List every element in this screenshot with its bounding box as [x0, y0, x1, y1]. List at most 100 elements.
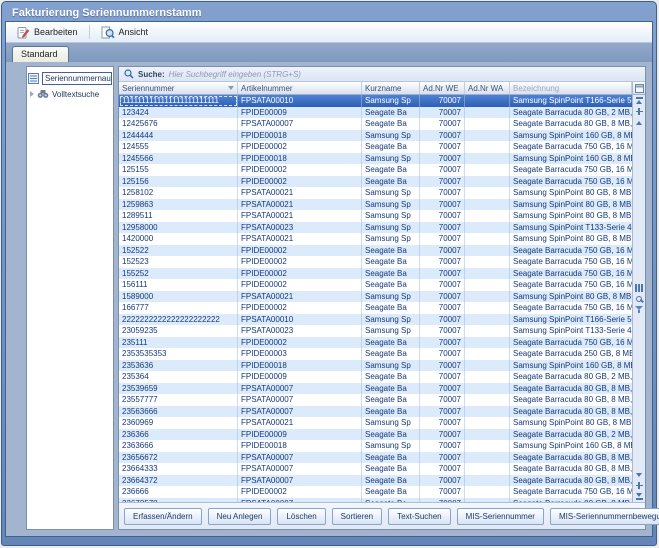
- cell-adnr_wa: [465, 325, 510, 337]
- table-row[interactable]: 2353636FPIDE00018Samsung Sp70007Samsung …: [119, 360, 632, 372]
- grid-filter-button[interactable]: [633, 304, 645, 315]
- tree-item-seriennummernauswahl[interactable]: Seriennummernauswahl: [28, 71, 112, 85]
- scroll-to-top-button[interactable]: [633, 95, 645, 106]
- cell-artikelnummer: FPSATA00021: [238, 291, 362, 303]
- cell-adnr_wa: [465, 279, 510, 291]
- cell-adnr_wa: [465, 95, 510, 107]
- grid-columns-button[interactable]: [633, 282, 645, 293]
- action-button-bar: Erfassen/Ändern Neu Anlegen Löschen Sort…: [119, 502, 645, 529]
- bearbeiten-label: Bearbeiten: [34, 27, 78, 37]
- table-row[interactable]: 23059235FPSATA00023Samsung Sp70007Samsun…: [119, 325, 632, 337]
- cell-kurzname: Seagate Ba: [362, 118, 420, 130]
- scroll-page-down-button[interactable]: [633, 480, 645, 491]
- table-row[interactable]: 235364FPIDE00009Seagate Ba70007Seagate B…: [119, 371, 632, 383]
- column-header-bezeichnung[interactable]: Bezeichnung: [510, 82, 632, 94]
- table-row[interactable]: 23664333FPSATA00007Seagate Ba70007Seagat…: [119, 463, 632, 475]
- scroll-page-up-button[interactable]: [633, 106, 645, 117]
- scroll-up-button[interactable]: [633, 117, 645, 128]
- grid-search-button[interactable]: [633, 293, 645, 304]
- cell-adnr_we: 70007: [420, 130, 465, 142]
- table-row[interactable]: 1111111111111111111111111FPSATA00010Sams…: [119, 95, 632, 107]
- cell-kurzname: Seagate Ba: [362, 429, 420, 441]
- text-suchen-button[interactable]: Text-Suchen: [388, 508, 450, 525]
- cell-kurzname: Seagate Ba: [362, 371, 420, 383]
- column-header-artikelnummer[interactable]: Artikelnummer: [238, 82, 362, 94]
- column-header-label: Ad.Nr WE: [423, 84, 459, 93]
- ansicht-menu-button[interactable]: Ansicht: [94, 23, 156, 42]
- expander-icon[interactable]: [30, 91, 34, 97]
- column-chooser-button[interactable]: [633, 82, 645, 95]
- table-row[interactable]: 1245566FPIDE00018Samsung Sp70007Samsung …: [119, 153, 632, 165]
- column-header-label: Seriennummer: [122, 84, 174, 93]
- table-row[interactable]: 236666FPIDE00002Seagate Ba70007Seagate B…: [119, 486, 632, 498]
- table-row[interactable]: 156111FPIDE00002Seagate Ba70007Seagate B…: [119, 279, 632, 291]
- cell-kurzname: Samsung Sp: [362, 153, 420, 165]
- cell-seriennummer: 23656672: [119, 452, 238, 464]
- table-row[interactable]: 152523FPIDE00002Seagate Ba70007Seagate B…: [119, 256, 632, 268]
- table-row[interactable]: 23563666FPSATA00007Seagate Ba70007Seagat…: [119, 406, 632, 418]
- table-row[interactable]: 23539659FPSATA00007Seagate Ba70007Seagat…: [119, 383, 632, 395]
- table-row[interactable]: 124555FPIDE00002Seagate Ba70007Seagate B…: [119, 141, 632, 153]
- column-header-ad-nr-wa[interactable]: Ad.Nr WA: [465, 82, 510, 94]
- cell-seriennummer: 1589000: [119, 291, 238, 303]
- table-row[interactable]: 2222222222222222222222FPSATA00010Samsung…: [119, 314, 632, 326]
- table-row[interactable]: 12425676FPSATA00007Seagate Ba70007Seagat…: [119, 118, 632, 130]
- table-row[interactable]: 2353535353FPIDE00003Seagate Ba70007Seaga…: [119, 348, 632, 360]
- cell-artikelnummer: FPIDE00003: [238, 348, 362, 360]
- table-row[interactable]: 1244444FPIDE00018Samsung Sp70007Samsung …: [119, 130, 632, 142]
- table-row[interactable]: 235111FPIDE00002Seagate Ba70007Seagate B…: [119, 337, 632, 349]
- cell-artikelnummer: FPSATA00007: [238, 452, 362, 464]
- table-row[interactable]: 152522FPIDE00002Seagate Ba70007Seagate B…: [119, 245, 632, 257]
- mis-seriennummernbewegungen-button[interactable]: MIS-Seriennummernbewegungen: [550, 508, 659, 525]
- cell-adnr_we: 70007: [420, 406, 465, 418]
- table-row[interactable]: 166777FPIDE00002Seagate Ba70007Seagate B…: [119, 302, 632, 314]
- table-row[interactable]: 2363666FPIDE00018Samsung Sp70007Samsung …: [119, 440, 632, 452]
- bearbeiten-menu-button[interactable]: Bearbeiten: [10, 23, 85, 42]
- loeschen-button[interactable]: Löschen: [277, 508, 325, 525]
- cell-adnr_wa: [465, 291, 510, 303]
- cell-kurzname: Seagate Ba: [362, 245, 420, 257]
- column-header-seriennummer[interactable]: Seriennummer: [119, 82, 238, 94]
- mis-seriennummer-button[interactable]: MIS-Seriennummer: [457, 508, 544, 525]
- table-row[interactable]: 1289511FPSATA00021Samsung Sp70007Samsung…: [119, 210, 632, 222]
- cell-adnr_wa: [465, 383, 510, 395]
- cell-adnr_we: 70007: [420, 118, 465, 130]
- cell-seriennummer: 2363666: [119, 440, 238, 452]
- cell-adnr_we: 70007: [420, 199, 465, 211]
- tree-item-volltextsuche[interactable]: Volltextsuche: [28, 87, 112, 101]
- scroll-to-bottom-button[interactable]: [633, 491, 645, 502]
- cell-artikelnummer: FPSATA00023: [238, 222, 362, 234]
- cell-artikelnummer: FPIDE00002: [238, 486, 362, 498]
- table-row[interactable]: 125156FPIDE00002Seagate Ba70007Seagate B…: [119, 176, 632, 188]
- cell-bezeichnung: Seagate Barracuda 80 GB, 2 MB, 7200: [510, 371, 632, 383]
- search-input[interactable]: Suche: Hier Suchbegriff eingeben (STRG+S…: [119, 67, 645, 82]
- erfassen-aendern-button[interactable]: Erfassen/Ändern: [124, 508, 202, 525]
- cell-artikelnummer: FPSATA00021: [238, 187, 362, 199]
- cell-seriennummer: 23557777: [119, 394, 238, 406]
- cell-adnr_wa: [465, 406, 510, 418]
- table-row[interactable]: 123424FPIDE00009Seagate Ba70007Seagate B…: [119, 107, 632, 119]
- table-row[interactable]: 155252FPIDE00002Seagate Ba70007Seagate B…: [119, 268, 632, 280]
- sortieren-button[interactable]: Sortieren: [332, 508, 382, 525]
- table-row[interactable]: 12958000FPSATA00023Samsung Sp70007Samsun…: [119, 222, 632, 234]
- table-row[interactable]: 1589000FPSATA00021Samsung Sp70007Samsung…: [119, 291, 632, 303]
- column-header-ad-nr-we[interactable]: Ad.Nr WE: [420, 82, 465, 94]
- table-row[interactable]: 2360969FPSATA00021Samsung Sp70007Samsung…: [119, 417, 632, 429]
- cell-artikelnummer: FPIDE00002: [238, 268, 362, 280]
- table-row[interactable]: 1420000FPSATA00021Samsung Sp70007Samsung…: [119, 233, 632, 245]
- neu-anlegen-button[interactable]: Neu Anlegen: [208, 508, 272, 525]
- column-header-kurzname[interactable]: Kurzname: [362, 82, 420, 94]
- table-row[interactable]: 125155FPIDE00002Seagate Ba70007Seagate B…: [119, 164, 632, 176]
- table-row[interactable]: 23664372FPSATA00007Seagate Ba70007Seagat…: [119, 475, 632, 487]
- table-row[interactable]: 23656672FPSATA00007Seagate Ba70007Seagat…: [119, 452, 632, 464]
- column-header-label: Artikelnummer: [241, 84, 293, 93]
- table-row[interactable]: 1258102FPSATA00021Samsung Sp70007Samsung…: [119, 187, 632, 199]
- cell-artikelnummer: FPSATA00007: [238, 406, 362, 418]
- tab-standard[interactable]: Standard: [12, 46, 69, 62]
- table-row[interactable]: 23557777FPSATA00007Seagate Ba70007Seagat…: [119, 394, 632, 406]
- cell-adnr_wa: [465, 268, 510, 280]
- table-row[interactable]: 236366FPIDE00009Seagate Ba70007Seagate B…: [119, 429, 632, 441]
- scroll-down-button[interactable]: [633, 469, 645, 480]
- cell-seriennummer: 125155: [119, 164, 238, 176]
- table-row[interactable]: 1259863FPSATA00021Samsung Sp70007Samsung…: [119, 199, 632, 211]
